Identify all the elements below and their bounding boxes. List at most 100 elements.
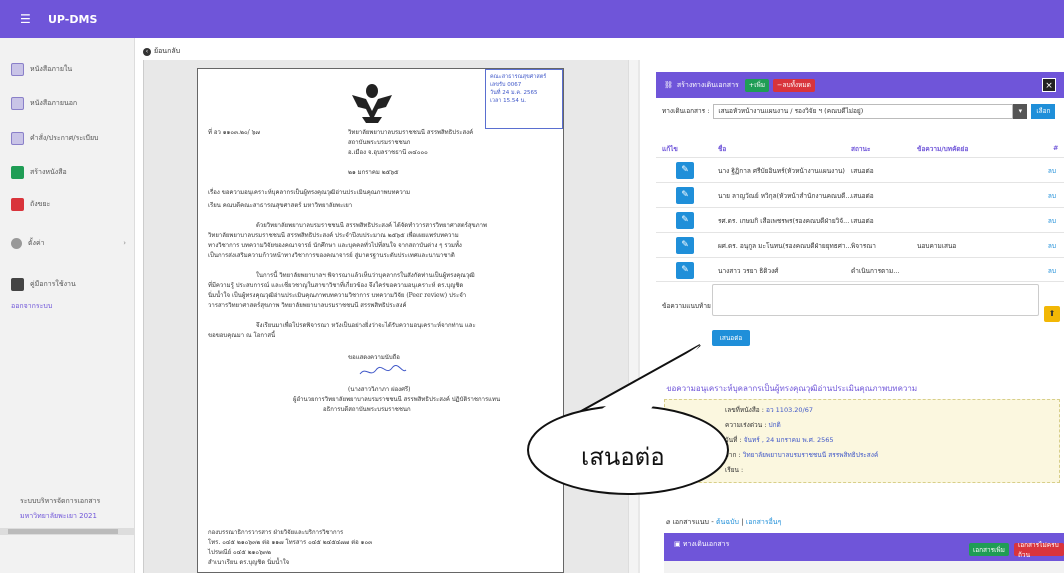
sidebar-item-settings[interactable]: ตั้งค่า › (11, 234, 126, 252)
sidebar-item-logout[interactable]: ออกจากระบบ (11, 297, 52, 315)
table-row: ✎ รศ.ดร. เกษมกิ เสือเพชรพร(รองคณบดีฝ่ายว… (656, 207, 1064, 232)
row-name: ผศ.ดร. อนุกูล มะโนทน(รองคณบดีฝ่ายยุทธศา.… (718, 242, 852, 250)
panel-title: สร้างทางเดินเอกสาร (676, 80, 739, 89)
sidebar-scrollbar[interactable] (0, 528, 135, 535)
route-icon: ⛓ (664, 81, 673, 89)
create-icon (11, 165, 24, 179)
attach-original-link[interactable]: ต้นฉบับ (716, 518, 739, 526)
back-link[interactable]: ‹ ย้อนกลับ (143, 46, 180, 57)
signature-image (359, 365, 407, 375)
row-delete-link[interactable]: ลบ (1048, 216, 1056, 226)
sidebar-item-label: สร้างหนังสือ (30, 167, 67, 176)
doc-line: วิทยาลัยพยาบาลบรมราชชนนี สรรพสิทธิประสงค… (348, 129, 474, 136)
route-label: ทางเดินเอกสาร : (662, 107, 710, 115)
row-name: นาง ฐิฏิกาล ศรีบัยอินทร์(หัวหน้างานแผนงา… (718, 167, 845, 175)
table-row: ✎ นาง ฐิฏิกาล ศรีบัยอินทร์(หัวหน้างานแผน… (656, 157, 1064, 182)
doc-line: นิ่มน้ำใจ เป็นผู้ทรงคุณวุฒิอ่านประเมินคุ… (208, 292, 467, 299)
doc-line: เป็นการส่งเสริมความก้าวหน้าทางวิชาการของ… (208, 252, 455, 259)
doc-line: กองบรรณาธิการวารสาร ฝ่ายวิจัยและบริการวิ… (208, 529, 344, 536)
sidebar-item-external-docs[interactable]: หนังสือภายนอก (11, 94, 77, 112)
info-line-number: เลขที่หนังสือ : อว 1103.20/67 (725, 405, 813, 415)
sidebar-item-label: หนังสือภายใน (30, 64, 73, 73)
sidebar-item-create-doc[interactable]: สร้างหนังสือ (11, 163, 67, 181)
trash-icon (11, 197, 24, 211)
info-label: เรียน : (725, 466, 744, 474)
attachments-row: ⌀ เอกสารแนบ - ต้นฉบับ | เอกสารอื่นๆ (666, 518, 782, 526)
doc-line: ๒๑ มกราคม ๒๕๖๕ (348, 169, 399, 176)
doc-line: วารสารวิทยาศาสตร์สุขภาพ วิทยาลัยพยาบาลบร… (208, 302, 407, 309)
col-header-name: ชื่อ (718, 145, 727, 153)
message-label: ข้อความแนบท้าย (662, 302, 711, 310)
stamp-line: เวลา 15.54 น. (490, 98, 527, 104)
sidebar-item-label: คู่มือการใช้งาน (30, 279, 76, 288)
document-scrollbar[interactable] (628, 60, 638, 573)
upload-icon[interactable]: ⬆ (1044, 306, 1060, 322)
doc-line: ขอขอบคุณมา ณ โอกาสนี้ (208, 332, 276, 339)
route-panel: ⛓ สร้างทางเดินเอกสาร + เพิ่ม − ลบทั้งหมด ×… (656, 72, 1064, 573)
chevron-right-icon: › (123, 239, 126, 247)
row-name: นางสาว วรยา ธิติวงศ์ (718, 267, 779, 275)
sidebar-item-internal-docs[interactable]: หนังสือภายใน (11, 60, 72, 78)
info-line-from: จาก : วิทยาลัยพยาบาลบรมราชชนนี สรรพสิทธิ… (725, 450, 878, 460)
row-delete-link[interactable]: ลบ (1048, 191, 1056, 201)
doc-line: อ.เมือง จ.อุบลราชธานี ๓๔๐๐๐ (348, 149, 428, 156)
table-row: ✎ ผศ.ดร. อนุกูล มะโนทน(รองคณบดีฝ่ายยุทธศ… (656, 232, 1064, 257)
edit-pencil-icon[interactable]: ✎ (676, 237, 694, 254)
info-value: ปกติ (768, 421, 781, 429)
attach-other-link[interactable]: เอกสารอื่นๆ (746, 518, 782, 526)
receipt-stamp: คณะสาธารณสุขศาสตร์ เลขรับ 0067 วันที่ 24… (485, 69, 563, 129)
info-label: เลขที่หนังสือ : (725, 406, 764, 414)
doc-icon (11, 131, 24, 145)
info-value: วิทยาลัยพยาบาลบรมราชชนนี สรรพสิทธิประสงค… (742, 451, 879, 459)
gear-icon (11, 237, 22, 249)
sidebar-item-label: หนังสือภายนอก (30, 98, 78, 107)
sidebar-item-manual[interactable]: คู่มือการใช้งาน (11, 275, 76, 293)
select-route-button[interactable]: เลือก (1031, 103, 1056, 119)
route-section-bar: ▣ ทางเดินเอกสาร เอกสารเพิ่ม เอกสารไม่ครบ… (664, 533, 1064, 573)
table-row: ✎ นางสาว วรยา ธิติวงศ์ ดำเนินการตาม... ล… (656, 257, 1064, 282)
edit-pencil-icon[interactable]: ✎ (676, 187, 694, 204)
close-icon[interactable]: × (1042, 78, 1056, 92)
doc-icon: ▣ (674, 540, 683, 548)
route-select[interactable]: เสนอหัวหน้างานแผนงาน / รองวิจัย ฯ (คณบดี… (713, 103, 1014, 119)
submit-forward-button[interactable]: เสนอต่อ (712, 330, 750, 346)
delete-all-button[interactable]: − ลบทั้งหมด (773, 78, 815, 92)
doc-line: ขอแสดงความนับถือ (348, 354, 400, 361)
add-document-button[interactable]: เอกสารเพิ่ม (969, 543, 1009, 556)
sidebar-footer-system: ระบบบริหารจัดการเอกสาร (20, 497, 101, 505)
info-label: จาก : (725, 451, 741, 459)
incomplete-document-button[interactable]: เอกสารไม่ครบถ้วน (1014, 541, 1064, 559)
panel-header: ⛓ สร้างทางเดินเอกสาร + เพิ่ม − ลบทั้งหมด (656, 72, 1064, 98)
col-header-edit: แก้ไข (662, 145, 678, 153)
info-value: อว 1103.20/67 (766, 406, 814, 414)
route-section-subheader (664, 561, 1064, 573)
hamburger-menu-icon[interactable]: ☰ (20, 12, 34, 26)
message-textarea[interactable] (712, 284, 1039, 316)
edit-pencil-icon[interactable]: ✎ (676, 212, 694, 229)
doc-line: ด้วยวิทยาลัยพยาบาลบรมราชชนนี สรรพสิทธิปร… (256, 222, 487, 229)
sidebar-item-trash[interactable]: ถังขยะ (11, 195, 50, 213)
doc-icon (11, 96, 24, 110)
stamp-line: คณะสาธารณสุขศาสตร์ (490, 74, 547, 80)
attachments-label: เอกสารแนบ (672, 518, 709, 526)
add-label: เพิ่ม (754, 81, 766, 89)
sidebar-item-label: ถังขยะ (30, 199, 51, 208)
row-delete-link[interactable]: ลบ (1048, 241, 1056, 251)
sidebar: หนังสือภายใน หนังสือภายนอก คำสั่ง/ประกาศ… (0, 38, 135, 573)
chevron-down-icon[interactable]: ▾ (1013, 103, 1028, 119)
col-header-status: สถานะ (851, 145, 871, 153)
row-delete-link[interactable]: ลบ (1048, 266, 1056, 276)
row-status: เสนอต่อ (851, 167, 874, 175)
table-row: ✎ นาย ลาญวัณย์ หวิกุล(หัวหน้าสำนักงานคณบ… (656, 182, 1064, 207)
add-route-button[interactable]: + เพิ่ม (744, 78, 770, 92)
edit-pencil-icon[interactable]: ✎ (676, 162, 694, 179)
scrollbar-thumb[interactable] (8, 529, 118, 534)
stamp-line: วันที่ 24 ม.ค. 2565 (490, 90, 538, 96)
row-delete-link[interactable]: ลบ (1048, 166, 1056, 176)
row-status: เสนอต่อ (851, 192, 874, 200)
edit-pencil-icon[interactable]: ✎ (676, 262, 694, 279)
doc-line: โทร. ๐๔๕ ๒๑๐๖๓๒ ต่อ ๑๑๗ โทรสาร ๐๔๕ ๒๔๕๔๗… (208, 539, 373, 546)
delete-all-label: ลบทั้งหมด (782, 81, 811, 89)
document-info-box: เลขที่หนังสือ : อว 1103.20/67 ความเร่งด่… (664, 399, 1060, 483)
sidebar-item-orders[interactable]: คำสั่ง/ประกาศ/ระเบียบ (11, 129, 99, 147)
